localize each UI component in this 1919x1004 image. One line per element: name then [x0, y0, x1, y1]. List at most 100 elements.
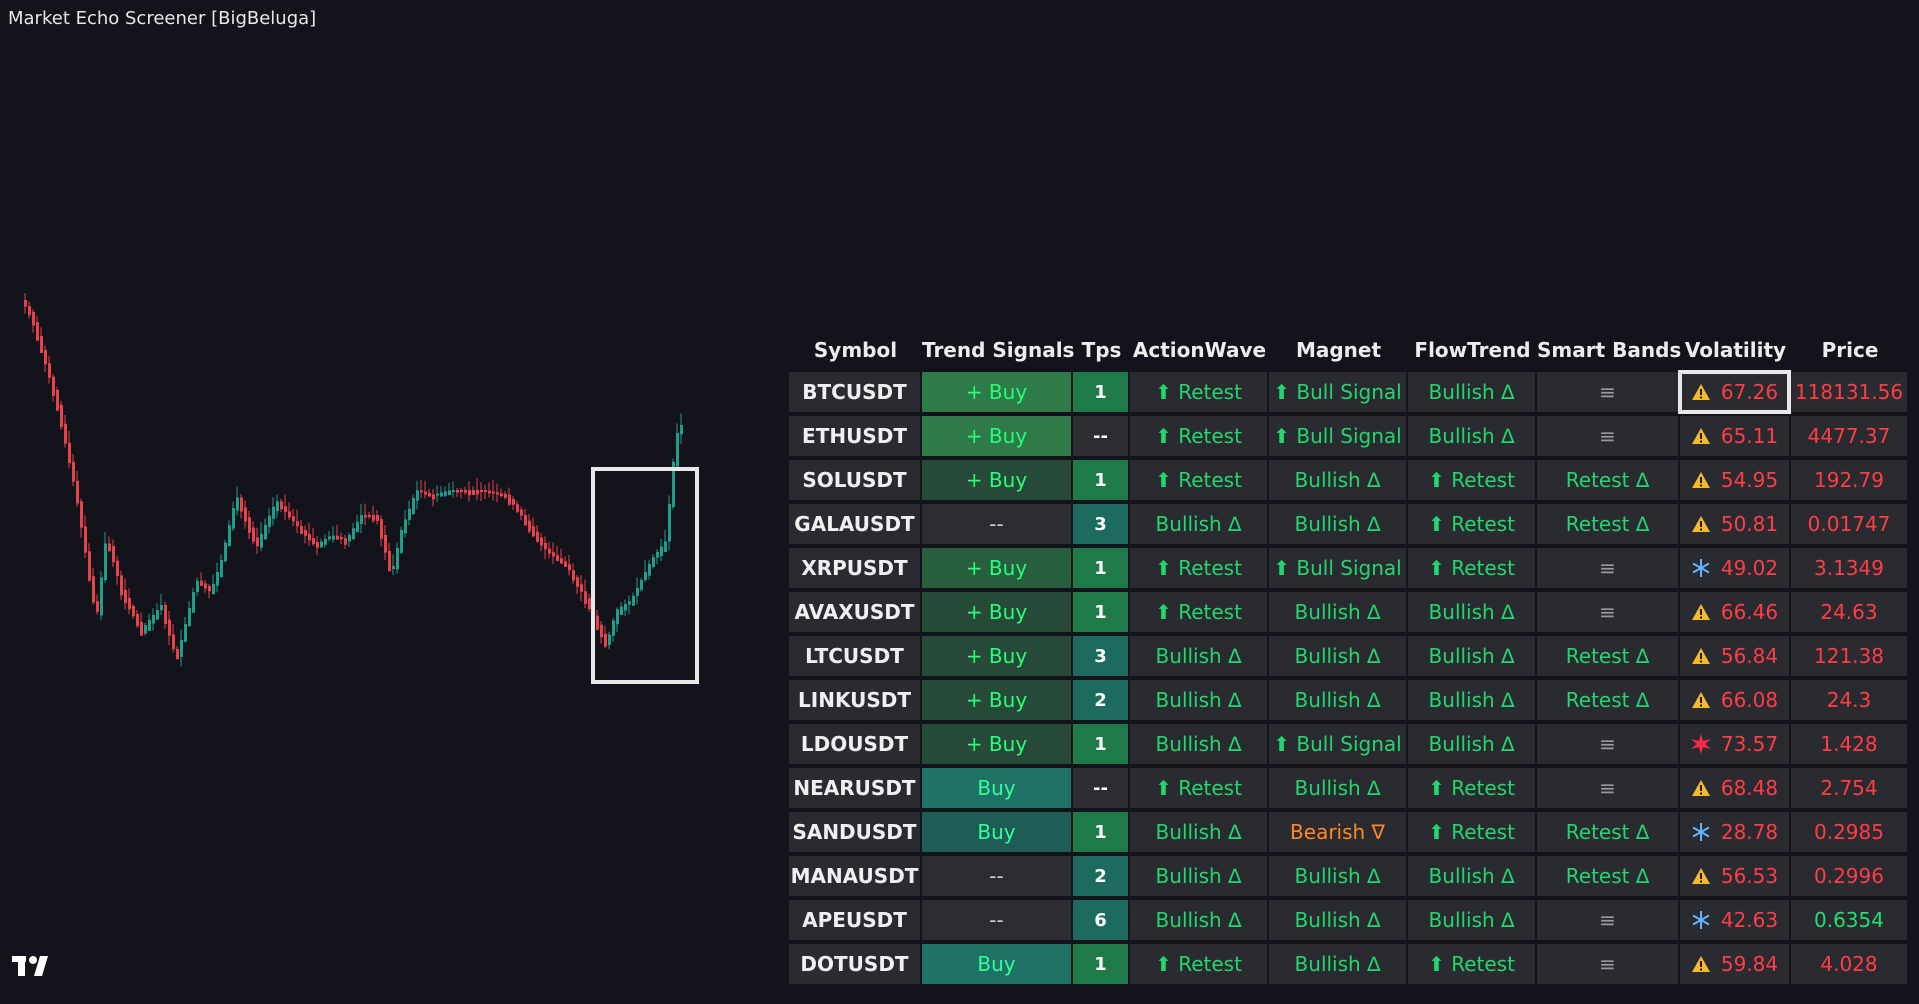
snowflake-icon: [1691, 822, 1711, 842]
actionwave-cell: Bullish ∆: [1130, 680, 1267, 720]
candle-body: [260, 533, 263, 548]
table-row: LINKUSDT + Buy 2 Bullish ∆ Bullish ∆ Bullish …: [789, 678, 1909, 722]
price-cell: 3.1349: [1791, 548, 1907, 588]
candle-body: [112, 546, 115, 563]
tps-cell: --: [1073, 768, 1128, 808]
tps-cell: 1: [1073, 724, 1128, 764]
magnet-cell: ⬆ Bull Signal: [1269, 548, 1406, 588]
candle-body: [560, 558, 563, 564]
actionwave-cell: Bullish ∆: [1130, 636, 1267, 676]
symbol-cell[interactable]: NEARUSDT: [789, 768, 920, 808]
volatility-value: 56.53: [1720, 864, 1779, 888]
trend-signal-cell: + Buy: [922, 460, 1071, 500]
volatility-cell: 42.63: [1680, 900, 1789, 940]
volatility-cell: 65.11: [1680, 416, 1789, 456]
symbol-cell[interactable]: ETHUSDT: [789, 416, 920, 456]
volatility-cell: 68.48: [1680, 768, 1789, 808]
smart-bands-cell: Retest ∆: [1537, 856, 1678, 896]
magnet-cell: ⬆ Bull Signal: [1269, 416, 1406, 456]
symbol-cell[interactable]: LDOUSDT: [789, 724, 920, 764]
volatility-value: 66.08: [1720, 688, 1779, 712]
flowtrend-cell: ⬆ Retest: [1408, 460, 1535, 500]
symbol-cell[interactable]: SOLUSDT: [789, 460, 920, 500]
trend-signal-cell: --: [922, 900, 1071, 940]
trend-signal-cell: + Buy: [922, 680, 1071, 720]
candle-body: [524, 515, 527, 526]
candle-body: [676, 433, 679, 467]
candle-body: [468, 490, 471, 496]
candle-body: [32, 312, 35, 326]
candle-body: [404, 519, 407, 534]
price-cell: 118131.56: [1791, 372, 1907, 412]
smart-bands-cell: ≡: [1537, 768, 1678, 808]
tradingview-logo[interactable]: [12, 952, 60, 980]
volatility-cell: 59.84: [1680, 944, 1789, 984]
flowtrend-cell: ⬆ Retest: [1408, 944, 1535, 984]
candle-body: [64, 423, 67, 444]
app-title: Market Echo Screener [BigBeluga]: [8, 8, 317, 29]
candle-body: [356, 521, 359, 533]
candle-body: [504, 494, 507, 498]
candle-body: [240, 497, 243, 512]
symbol-cell[interactable]: LINKUSDT: [789, 680, 920, 720]
volatility-value: 42.63: [1720, 908, 1779, 932]
flowtrend-cell: Bullish ∆: [1408, 680, 1535, 720]
magnet-cell: Bullish ∆: [1269, 856, 1406, 896]
tps-cell: 6: [1073, 900, 1128, 940]
candle-body: [176, 649, 179, 660]
symbol-cell[interactable]: LTCUSDT: [789, 636, 920, 676]
candle-body: [396, 548, 399, 570]
volatility-value: 59.84: [1720, 952, 1779, 976]
candle-body: [452, 490, 455, 492]
actionwave-cell: Bullish ∆: [1130, 724, 1267, 764]
candle-body: [28, 306, 31, 316]
candle-body: [424, 491, 427, 495]
candle-body: [204, 583, 207, 589]
price-cell: 24.3: [1791, 680, 1907, 720]
symbol-cell[interactable]: BTCUSDT: [789, 372, 920, 412]
header-tps: Tps: [1081, 338, 1122, 362]
trend-signal-cell: + Buy: [922, 592, 1071, 632]
table-row: GALAUSDT -- 3 Bullish ∆ Bullish ∆ ⬆ Retest Ret…: [789, 502, 1909, 546]
symbol-cell[interactable]: GALAUSDT: [789, 504, 920, 544]
candle-body: [100, 577, 103, 616]
symbol-cell[interactable]: XRPUSDT: [789, 548, 920, 588]
candle-body: [136, 614, 139, 627]
candle-body: [328, 536, 331, 540]
candle-body: [412, 498, 415, 515]
candle-body: [388, 551, 391, 572]
flowtrend-cell: ⬆ Retest: [1408, 548, 1535, 588]
candle-body: [228, 525, 231, 547]
magnet-cell: Bullish ∆: [1269, 460, 1406, 500]
screener-table: Symbol Trend Signals Tps ActionWave Magn…: [789, 330, 1909, 986]
candle-body: [556, 555, 559, 561]
candle-body: [276, 501, 279, 512]
trend-signal-cell: + Buy: [922, 372, 1071, 412]
candle-body: [384, 535, 387, 553]
magnet-cell: Bullish ∆: [1269, 768, 1406, 808]
candle-body: [420, 490, 423, 493]
candle-body: [416, 490, 419, 501]
candle-body: [284, 506, 287, 513]
header-volatility: Volatility: [1684, 338, 1787, 362]
candle-body: [436, 493, 439, 496]
symbol-cell[interactable]: SANDUSDT: [789, 812, 920, 852]
candle-body: [332, 535, 335, 540]
symbol-cell[interactable]: MANAUSDT: [789, 856, 920, 896]
symbol-cell[interactable]: AVAXUSDT: [789, 592, 920, 632]
candle-body: [252, 527, 255, 542]
candle-body: [96, 601, 99, 612]
table-row: LTCUSDT + Buy 3 Bullish ∆ Bullish ∆ Bullish ∆…: [789, 634, 1909, 678]
table-row: AVAXUSDT + Buy 1 ⬆ Retest Bullish ∆ Bullish ∆…: [789, 590, 1909, 634]
symbol-cell[interactable]: APEUSDT: [789, 900, 920, 940]
actionwave-cell: ⬆ Retest: [1130, 460, 1267, 500]
magnet-cell: Bullish ∆: [1269, 680, 1406, 720]
symbol-cell[interactable]: DOTUSDT: [789, 944, 920, 984]
price-cell: 4477.37: [1791, 416, 1907, 456]
candle-body: [408, 508, 411, 520]
actionwave-cell: ⬆ Retest: [1130, 548, 1267, 588]
candle-body: [576, 577, 579, 587]
candle-body: [512, 499, 515, 505]
candle-body: [256, 537, 259, 547]
candle-body: [196, 580, 199, 593]
